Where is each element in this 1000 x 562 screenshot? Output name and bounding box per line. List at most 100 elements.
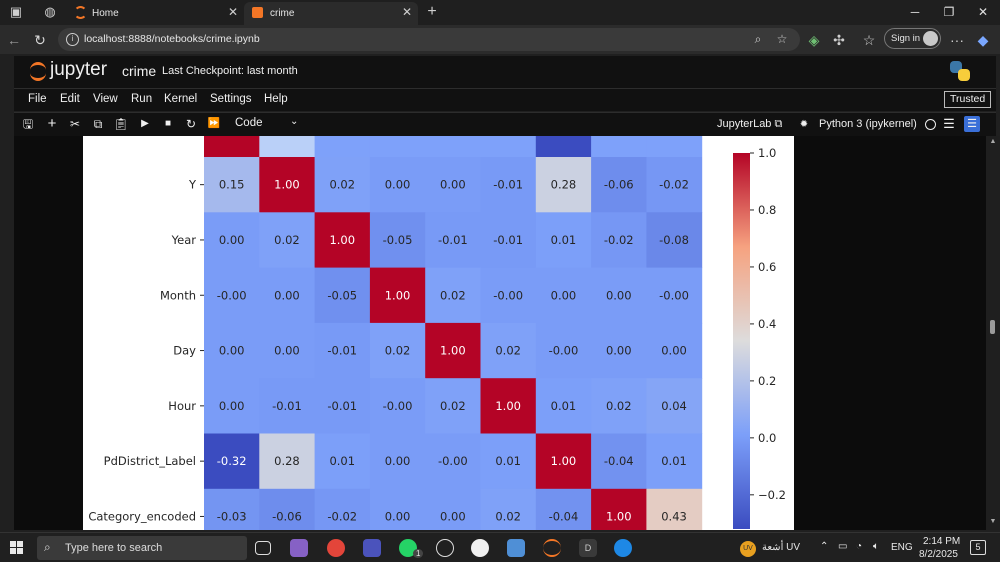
heatmap-value-label: -0.02 xyxy=(659,178,689,192)
scroll-down-icon[interactable]: ▼ xyxy=(989,518,997,525)
python-logo-icon xyxy=(950,61,970,81)
back-icon[interactable]: ← xyxy=(5,31,23,49)
correlation-heatmap: 0.15 1.00 0.02 0.00 0.00 -0.01 0.28 -0.06 -0.02 Y… xyxy=(88,136,786,530)
notifications-icon[interactable]: 5 xyxy=(970,540,986,555)
menu-settings[interactable]: Settings xyxy=(210,93,252,105)
battery-icon[interactable]: ▭ xyxy=(838,541,847,552)
zoom-icon[interactable]: ⌕ xyxy=(750,31,766,47)
notebook-name[interactable]: crime xyxy=(122,63,156,79)
jupyter-logo-icon[interactable] xyxy=(28,59,48,83)
heatmap-value-label: 0.02 xyxy=(495,344,521,358)
heatmap-partial-cell xyxy=(425,136,481,157)
tab-crime[interactable]: crime ✕ xyxy=(244,2,418,25)
extension-icon[interactable]: ◈ xyxy=(805,31,823,49)
search-icon: ⌕ xyxy=(44,540,51,554)
weather-icon[interactable]: UV xyxy=(740,541,756,557)
url-text: localhost:8888/notebooks/crime.ipynb xyxy=(84,33,260,45)
teams-icon[interactable] xyxy=(363,539,381,557)
volume-icon[interactable]: 🔈︎ xyxy=(873,541,879,552)
favorites-icon[interactable]: ☆ xyxy=(860,31,878,49)
close-icon[interactable]: ✕ xyxy=(228,2,238,23)
favorite-star-icon[interactable]: ☆ xyxy=(774,31,790,47)
save-icon[interactable]: 🖫 xyxy=(20,116,36,132)
docker-desktop-icon[interactable]: D xyxy=(579,539,597,557)
menu-edit[interactable]: Edit xyxy=(60,93,80,105)
copilot-icon[interactable]: ◆ xyxy=(974,31,992,49)
tab-actions-icon[interactable]: ▣ xyxy=(8,4,24,20)
colorbar xyxy=(733,153,750,529)
clock-time[interactable]: 2:14 PM xyxy=(923,536,960,547)
insert-cell-icon[interactable]: + xyxy=(44,116,60,132)
heatmap-row-label: Day xyxy=(173,344,196,358)
menu-run[interactable]: Run xyxy=(131,93,152,105)
menu-help[interactable]: Help xyxy=(264,93,288,105)
jupyter-wordmark[interactable]: jupyter xyxy=(50,59,107,81)
vertical-scrollbar[interactable]: ▲ ▼ xyxy=(986,136,1000,530)
trusted-indicator[interactable]: Trusted xyxy=(944,91,992,108)
task-view-icon[interactable] xyxy=(255,541,271,555)
heatmap-value-label: 1.00 xyxy=(385,288,411,302)
copy-icon[interactable]: ⧉ xyxy=(90,116,106,132)
globe-icon[interactable]: ◍ xyxy=(42,4,58,20)
chevron-down-icon[interactable]: ⌄ xyxy=(290,116,298,127)
heatmap-value-label: -0.00 xyxy=(217,288,247,302)
more-icon[interactable]: ··· xyxy=(948,31,966,49)
cut-icon[interactable]: ✂ xyxy=(67,116,83,132)
url-field[interactable]: i localhost:8888/notebooks/crime.ipynb ⌕… xyxy=(58,28,800,51)
language-indicator[interactable]: ENG xyxy=(891,542,913,553)
obs-icon[interactable] xyxy=(436,539,454,557)
heatmap-value-label: 0.00 xyxy=(219,233,245,247)
heatmap-value-label: -0.00 xyxy=(383,399,413,413)
remote-desktop-icon[interactable] xyxy=(507,539,525,557)
heatmap-row-label: Category_encoded xyxy=(88,509,196,523)
scrollbar-thumb[interactable] xyxy=(990,320,995,334)
menu-view[interactable]: View xyxy=(93,93,118,105)
restart-icon[interactable]: ↻ xyxy=(183,116,199,132)
chevron-up-icon[interactable]: ⌃ xyxy=(820,541,828,552)
toc-icon[interactable]: ☰ xyxy=(941,116,957,132)
edge-icon[interactable] xyxy=(614,539,632,557)
chrome-icon[interactable] xyxy=(327,539,345,557)
menu-kernel[interactable]: Kernel xyxy=(164,93,197,105)
paste-icon[interactable]: 📋︎ xyxy=(113,116,129,132)
wifi-icon[interactable]: ◔ xyxy=(856,541,862,552)
heatmap-value-label: -0.01 xyxy=(438,233,468,247)
refresh-icon[interactable]: ↻ xyxy=(31,31,49,49)
window-close-icon[interactable]: ✕ xyxy=(968,3,998,21)
scroll-up-icon[interactable]: ▲ xyxy=(989,138,997,145)
heatmap-value-label: -0.32 xyxy=(217,454,247,468)
windows-start-icon[interactable] xyxy=(10,541,24,555)
heatmap-value-label: 0.00 xyxy=(274,288,300,302)
heatmap-value-label: -0.08 xyxy=(659,233,689,247)
github-icon[interactable] xyxy=(471,539,489,557)
taskbar-search-box[interactable]: ⌕ Type here to search xyxy=(37,536,247,560)
heatmap-value-label: -0.01 xyxy=(493,233,523,247)
visual-studio-icon[interactable] xyxy=(290,539,308,557)
new-tab-icon[interactable]: + xyxy=(424,4,440,20)
property-inspector-icon[interactable]: ☰ xyxy=(964,116,980,132)
jupyter-taskbar-icon[interactable] xyxy=(543,539,561,557)
debugger-icon[interactable]: ✹ xyxy=(796,117,812,133)
cell-type-select[interactable]: Code xyxy=(235,117,263,129)
minimize-icon[interactable]: ─ xyxy=(900,3,930,21)
heatmap-value-label: 1.00 xyxy=(606,509,632,523)
kernel-name[interactable]: Python 3 (ipykernel) xyxy=(819,118,917,130)
menu-file[interactable]: File xyxy=(28,93,47,105)
stop-icon[interactable]: ■ xyxy=(160,116,176,132)
jupyterlab-link[interactable]: JupyterLab ⧉ xyxy=(717,118,782,131)
heatmap-value-label: 0.01 xyxy=(495,454,521,468)
heatmap-value-label: 1.00 xyxy=(440,344,466,358)
close-icon[interactable]: ✕ xyxy=(402,2,412,23)
clock-date[interactable]: 8/2/2025 xyxy=(919,549,958,560)
restart-run-all-icon[interactable]: ⏩ xyxy=(206,116,222,132)
extensions-puzzle-icon[interactable]: ✣ xyxy=(830,31,848,49)
site-info-icon[interactable]: i xyxy=(66,33,79,46)
tab-home[interactable]: Home ✕ xyxy=(66,2,244,25)
heatmap-row-label: Year xyxy=(171,233,197,247)
sign-in-button[interactable]: Sign in xyxy=(884,28,941,49)
maximize-icon[interactable]: ❐ xyxy=(934,3,964,21)
heatmap-value-label: 0.43 xyxy=(661,509,687,523)
heatmap-value-label: 0.01 xyxy=(551,399,577,413)
run-icon[interactable]: ▶ xyxy=(137,116,153,132)
weather-text[interactable]: أشعة UV xyxy=(762,542,800,553)
